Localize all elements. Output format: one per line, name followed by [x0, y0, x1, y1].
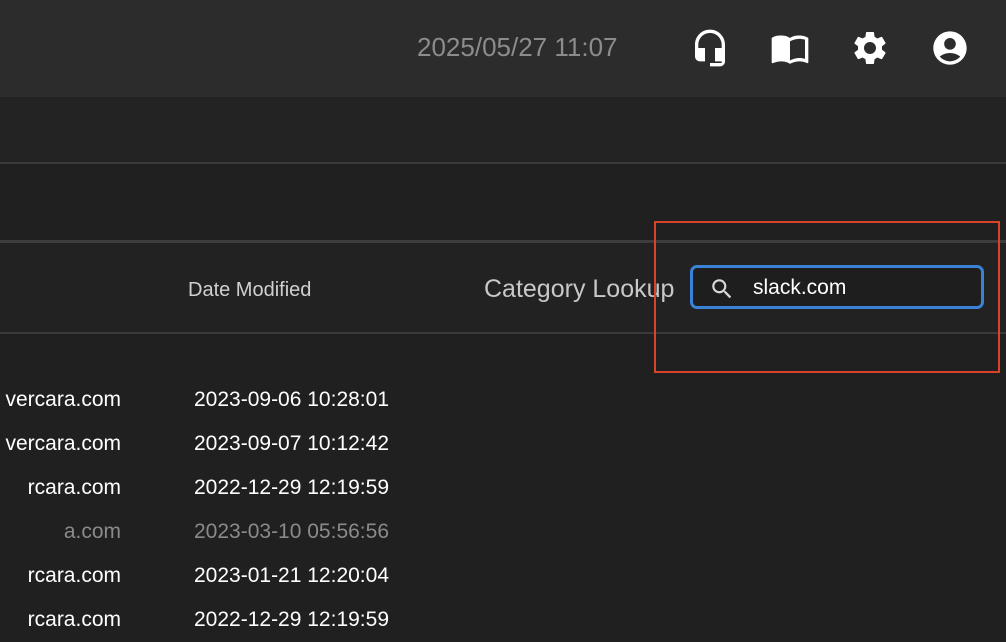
table-row[interactable]: vercara.com 2023-09-06 10:28:01 — [0, 378, 1006, 422]
date-cell: 2022-12-29 12:19:59 — [194, 476, 389, 499]
domain-cell: a.com — [63, 520, 121, 543]
headset-icon[interactable] — [690, 28, 730, 68]
table-row[interactable]: vercara.com 2023-09-07 10:12:42 — [0, 422, 1006, 466]
account-icon[interactable] — [930, 28, 970, 68]
sub-header-band — [0, 97, 1006, 164]
top-bar: 2025/05/27 11:07 — [0, 0, 1006, 97]
gear-icon[interactable] — [850, 28, 890, 68]
table-row[interactable]: rcara.com 2023-01-21 12:20:04 — [0, 554, 1006, 598]
book-icon[interactable] — [770, 28, 810, 68]
date-cell: 2023-03-10 05:56:56 — [194, 520, 389, 543]
column-header-date-modified[interactable]: Date Modified — [188, 279, 311, 302]
domain-cell: rcara.com — [27, 608, 121, 631]
date-cell: 2023-09-07 10:12:42 — [194, 432, 389, 455]
date-cell: 2022-12-29 12:19:59 — [194, 608, 389, 631]
domain-cell: rcara.com — [27, 476, 121, 499]
table-row[interactable]: a.com 2023-03-10 05:56:56 — [0, 510, 1006, 554]
domain-cell: rcara.com — [27, 564, 121, 587]
column-header-category-lookup: Category Lookup — [484, 275, 675, 303]
date-cell: 2023-09-06 10:28:01 — [194, 388, 389, 411]
domain-cell: vercara.com — [5, 388, 121, 411]
table-body: vercara.com 2023-09-06 10:28:01 vercara.… — [0, 378, 1006, 642]
current-datetime: 2025/05/27 11:07 — [417, 32, 618, 62]
table-row[interactable]: rcara.com 2022-12-29 12:19:59 — [0, 466, 1006, 510]
table-row[interactable]: rcara.com 2022-12-29 12:19:59 — [0, 598, 1006, 642]
date-cell: 2023-01-21 12:20:04 — [194, 564, 389, 587]
highlight-annotation-box — [654, 221, 1000, 373]
domain-cell: vercara.com — [5, 432, 121, 455]
